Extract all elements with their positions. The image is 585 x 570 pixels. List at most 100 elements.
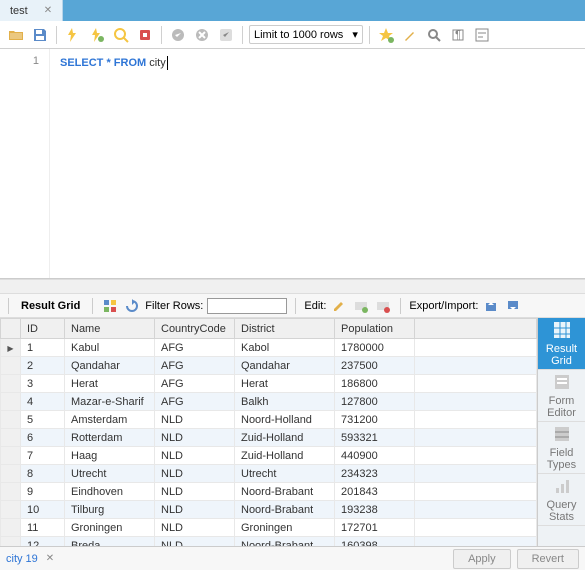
row-header[interactable] — [1, 357, 21, 375]
cell-countrycode[interactable]: AFG — [155, 375, 235, 393]
cell-population[interactable]: 440900 — [335, 447, 415, 465]
wrap-icon[interactable] — [472, 25, 492, 45]
cell-id[interactable]: 6 — [21, 429, 65, 447]
edit-row-icon[interactable] — [330, 297, 348, 315]
cell-id[interactable]: 5 — [21, 411, 65, 429]
cell-district[interactable]: Balkh — [235, 393, 335, 411]
cell-district[interactable]: Herat — [235, 375, 335, 393]
row-header[interactable] — [1, 537, 21, 547]
table-row[interactable]: 6RotterdamNLDZuid-Holland593321 — [1, 429, 537, 447]
row-header[interactable] — [1, 465, 21, 483]
row-header[interactable] — [1, 339, 21, 357]
table-row[interactable]: 5AmsterdamNLDNoord-Holland731200 — [1, 411, 537, 429]
side-field-types[interactable]: Field Types — [538, 422, 585, 474]
cell-id[interactable]: 1 — [21, 339, 65, 357]
delete-row-icon[interactable] — [374, 297, 392, 315]
side-result-grid[interactable]: Result Grid — [538, 318, 585, 370]
cell-name[interactable]: Qandahar — [65, 357, 155, 375]
col-countrycode[interactable]: CountryCode — [155, 319, 235, 339]
close-icon[interactable]: ✕ — [46, 553, 54, 564]
commit-icon[interactable] — [168, 25, 188, 45]
col-id[interactable]: ID — [21, 319, 65, 339]
code-area[interactable]: SELECT * FROM city — [50, 49, 585, 278]
cell-countrycode[interactable]: NLD — [155, 501, 235, 519]
cell-id[interactable]: 3 — [21, 375, 65, 393]
add-row-icon[interactable] — [352, 297, 370, 315]
editor-horizontal-scrollbar[interactable] — [0, 279, 585, 294]
limit-rows-select[interactable]: Limit to 1000 rows ▾ — [249, 25, 363, 44]
cell-id[interactable]: 4 — [21, 393, 65, 411]
revert-button[interactable]: Revert — [517, 549, 579, 569]
rollback-icon[interactable] — [192, 25, 212, 45]
cell-countrycode[interactable]: NLD — [155, 465, 235, 483]
table-row[interactable]: 1KabulAFGKabol1780000 — [1, 339, 537, 357]
cell-district[interactable]: Qandahar — [235, 357, 335, 375]
row-header[interactable] — [1, 375, 21, 393]
cell-population[interactable]: 127800 — [335, 393, 415, 411]
cell-population[interactable]: 237500 — [335, 357, 415, 375]
cell-countrycode[interactable]: NLD — [155, 519, 235, 537]
autocommit-icon[interactable] — [216, 25, 236, 45]
export-icon[interactable] — [482, 297, 500, 315]
apply-button[interactable]: Apply — [453, 549, 511, 569]
explain-icon[interactable] — [111, 25, 131, 45]
col-name[interactable]: Name — [65, 319, 155, 339]
cell-name[interactable]: Utrecht — [65, 465, 155, 483]
result-grid-container[interactable]: ID Name CountryCode District Population … — [0, 318, 537, 546]
table-row[interactable]: 7HaagNLDZuid-Holland440900 — [1, 447, 537, 465]
table-row[interactable]: 11GroningenNLDGroningen172701 — [1, 519, 537, 537]
cell-district[interactable]: Groningen — [235, 519, 335, 537]
table-row[interactable]: 2QandaharAFGQandahar237500 — [1, 357, 537, 375]
table-row[interactable]: 8UtrechtNLDUtrecht234323 — [1, 465, 537, 483]
import-icon[interactable] — [504, 297, 522, 315]
table-row[interactable]: 9EindhovenNLDNoord-Brabant201843 — [1, 483, 537, 501]
cell-countrycode[interactable]: NLD — [155, 411, 235, 429]
cell-district[interactable]: Zuid-Holland — [235, 447, 335, 465]
stop-icon[interactable] — [135, 25, 155, 45]
grid-view-icon[interactable] — [101, 297, 119, 315]
open-file-icon[interactable] — [6, 25, 26, 45]
cell-district[interactable]: Noord-Holland — [235, 411, 335, 429]
cell-name[interactable]: Amsterdam — [65, 411, 155, 429]
execute-current-icon[interactable] — [87, 25, 107, 45]
cell-name[interactable]: Eindhoven — [65, 483, 155, 501]
cell-population[interactable]: 201843 — [335, 483, 415, 501]
close-icon[interactable]: ✕ — [44, 5, 52, 16]
cell-district[interactable]: Kabol — [235, 339, 335, 357]
cell-name[interactable]: Herat — [65, 375, 155, 393]
execute-icon[interactable] — [63, 25, 83, 45]
cell-id[interactable]: 9 — [21, 483, 65, 501]
cell-countrycode[interactable]: NLD — [155, 537, 235, 547]
favorite-icon[interactable] — [376, 25, 396, 45]
cell-population[interactable]: 193238 — [335, 501, 415, 519]
side-form-editor[interactable]: Form Editor — [538, 370, 585, 422]
cell-district[interactable]: Noord-Brabant — [235, 537, 335, 547]
cell-id[interactable]: 11 — [21, 519, 65, 537]
side-query-stats[interactable]: Query Stats — [538, 474, 585, 526]
cell-population[interactable]: 593321 — [335, 429, 415, 447]
cell-population[interactable]: 172701 — [335, 519, 415, 537]
row-header[interactable] — [1, 429, 21, 447]
row-header[interactable] — [1, 411, 21, 429]
cell-name[interactable]: Haag — [65, 447, 155, 465]
cell-countrycode[interactable]: AFG — [155, 339, 235, 357]
cell-name[interactable]: Groningen — [65, 519, 155, 537]
cell-population[interactable]: 160398 — [335, 537, 415, 547]
cell-name[interactable]: Kabul — [65, 339, 155, 357]
cell-id[interactable]: 8 — [21, 465, 65, 483]
beautify-icon[interactable] — [400, 25, 420, 45]
table-row[interactable]: 4Mazar-e-SharifAFGBalkh127800 — [1, 393, 537, 411]
save-icon[interactable] — [30, 25, 50, 45]
cell-population[interactable]: 186800 — [335, 375, 415, 393]
cell-population[interactable]: 731200 — [335, 411, 415, 429]
cell-countrycode[interactable]: NLD — [155, 483, 235, 501]
cell-id[interactable]: 2 — [21, 357, 65, 375]
sql-editor[interactable]: 1 SELECT * FROM city — [0, 49, 585, 279]
cell-name[interactable]: Tilburg — [65, 501, 155, 519]
col-district[interactable]: District — [235, 319, 335, 339]
cell-district[interactable]: Zuid-Holland — [235, 429, 335, 447]
cell-district[interactable]: Utrecht — [235, 465, 335, 483]
invisible-chars-icon[interactable]: ¶ — [448, 25, 468, 45]
editor-tab-test[interactable]: test ✕ — [0, 0, 63, 21]
table-row[interactable]: 12BredaNLDNoord-Brabant160398 — [1, 537, 537, 547]
